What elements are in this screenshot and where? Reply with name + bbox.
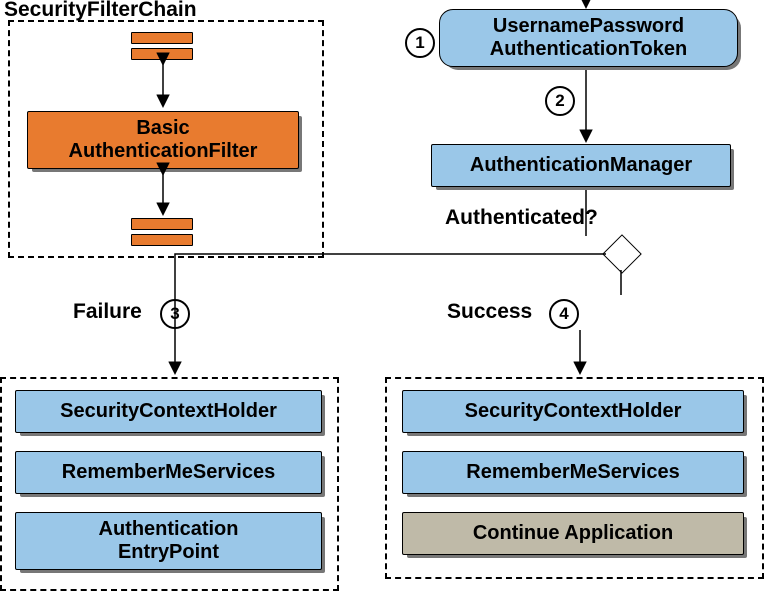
text-line: Continue Application <box>473 522 673 545</box>
text-line: RememberMeServices <box>62 461 275 484</box>
filter-stack-bottom-icon <box>131 234 193 246</box>
step-marker-2: 2 <box>545 86 575 116</box>
text-line: RememberMeServices <box>466 461 679 484</box>
text-line: SecurityContextHolder <box>465 400 682 423</box>
filter-stack-top-icon <box>131 48 193 60</box>
failure-remember-me-box: RememberMeServices <box>15 451 322 494</box>
failure-entry-point-box: Authentication EntryPoint <box>15 512 322 570</box>
diagram-root: SecurityFilterChain Basic Authentication… <box>0 0 784 592</box>
step-marker-1: 1 <box>405 28 435 58</box>
text-line: AuthenticationToken <box>490 38 687 61</box>
step-marker-4: 4 <box>549 299 579 329</box>
success-label: Success <box>447 300 532 324</box>
filter-chain-title: SecurityFilterChain <box>4 0 197 22</box>
failure-security-context-holder-box: SecurityContextHolder <box>15 390 322 433</box>
success-remember-me-box: RememberMeServices <box>402 451 744 494</box>
text-line: EntryPoint <box>118 541 219 564</box>
success-continue-application-box: Continue Application <box>402 512 744 555</box>
basic-auth-filter-box: Basic AuthenticationFilter <box>27 111 299 169</box>
authenticated-question-label: Authenticated? <box>445 206 598 230</box>
text-line: AuthenticationManager <box>470 154 692 177</box>
decision-diamond-icon <box>602 234 642 274</box>
username-password-token-box: UsernamePassword AuthenticationToken <box>439 9 738 67</box>
failure-label: Failure <box>73 300 142 324</box>
filter-stack-bottom-icon <box>131 218 193 230</box>
step-marker-3: 3 <box>160 299 190 329</box>
text-line: UsernamePassword <box>493 15 684 38</box>
text-line: SecurityContextHolder <box>60 400 277 423</box>
text-line: Basic <box>136 117 189 140</box>
text-line: Authentication <box>99 518 239 541</box>
text-line: AuthenticationFilter <box>69 140 258 163</box>
success-security-context-holder-box: SecurityContextHolder <box>402 390 744 433</box>
filter-stack-top-icon <box>131 32 193 44</box>
authentication-manager-box: AuthenticationManager <box>431 144 731 187</box>
